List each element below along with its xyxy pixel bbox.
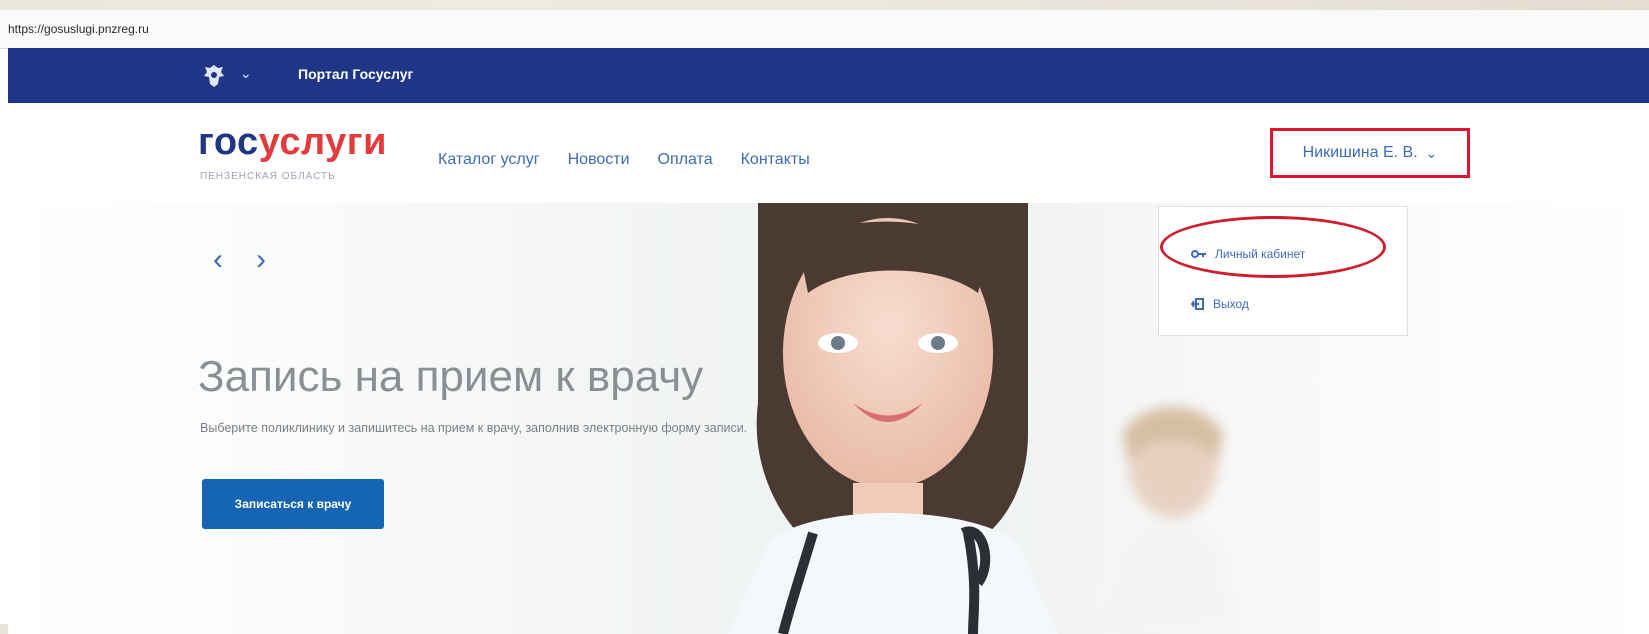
nav-contacts[interactable]: Контакты: [741, 151, 810, 169]
highlight-ellipse: [1160, 216, 1386, 278]
browser-window: https://gosuslugi.pnzreg.ru ⌄ Портал Гос…: [0, 10, 1649, 634]
site-logo[interactable]: госуслуги: [198, 121, 387, 164]
background-person: [1103, 406, 1243, 634]
user-name: Никишина Е. В.: [1302, 144, 1418, 161]
nav-news[interactable]: Новости: [568, 151, 630, 169]
logo-part-gos: гос: [198, 121, 259, 163]
menu-item-logout[interactable]: Выход: [1191, 297, 1249, 311]
portal-title[interactable]: Портал Госуслуг: [298, 66, 413, 82]
logout-icon: [1191, 298, 1204, 310]
chevron-down-icon[interactable]: ⌄: [240, 65, 252, 82]
nav-catalog[interactable]: Каталог услуг: [438, 151, 540, 169]
coat-of-arms-icon[interactable]: [200, 62, 228, 90]
doctor-photo: [728, 203, 1058, 634]
carousel-next-icon[interactable]: ›: [256, 243, 266, 277]
book-doctor-button[interactable]: Записаться к врачу: [202, 479, 384, 529]
menu-item-logout-label: Выход: [1213, 297, 1249, 311]
carousel-prev-icon[interactable]: ‹: [213, 243, 223, 277]
logo-part-uslugi: услуги: [258, 121, 387, 163]
main-nav: Каталог услуг Новости Оплата Контакты: [438, 151, 810, 169]
nav-payment[interactable]: Оплата: [658, 151, 713, 169]
address-url[interactable]: https://gosuslugi.pnzreg.ru: [8, 22, 149, 36]
hero-title: Запись на прием к врачу: [198, 352, 704, 402]
logo-region: ПЕНЗЕНСКАЯ ОБЛАСТЬ: [200, 171, 336, 182]
chevron-down-icon: ⌄: [1425, 144, 1438, 161]
user-menu-toggle[interactable]: Никишина Е. В. ⌄: [1270, 128, 1470, 178]
hero-description: Выберите поликлинику и запишитесь на при…: [200, 420, 748, 435]
portal-top-bar: ⌄ Портал Госуслуг: [8, 48, 1649, 103]
address-bar[interactable]: https://gosuslugi.pnzreg.ru: [0, 10, 1649, 49]
